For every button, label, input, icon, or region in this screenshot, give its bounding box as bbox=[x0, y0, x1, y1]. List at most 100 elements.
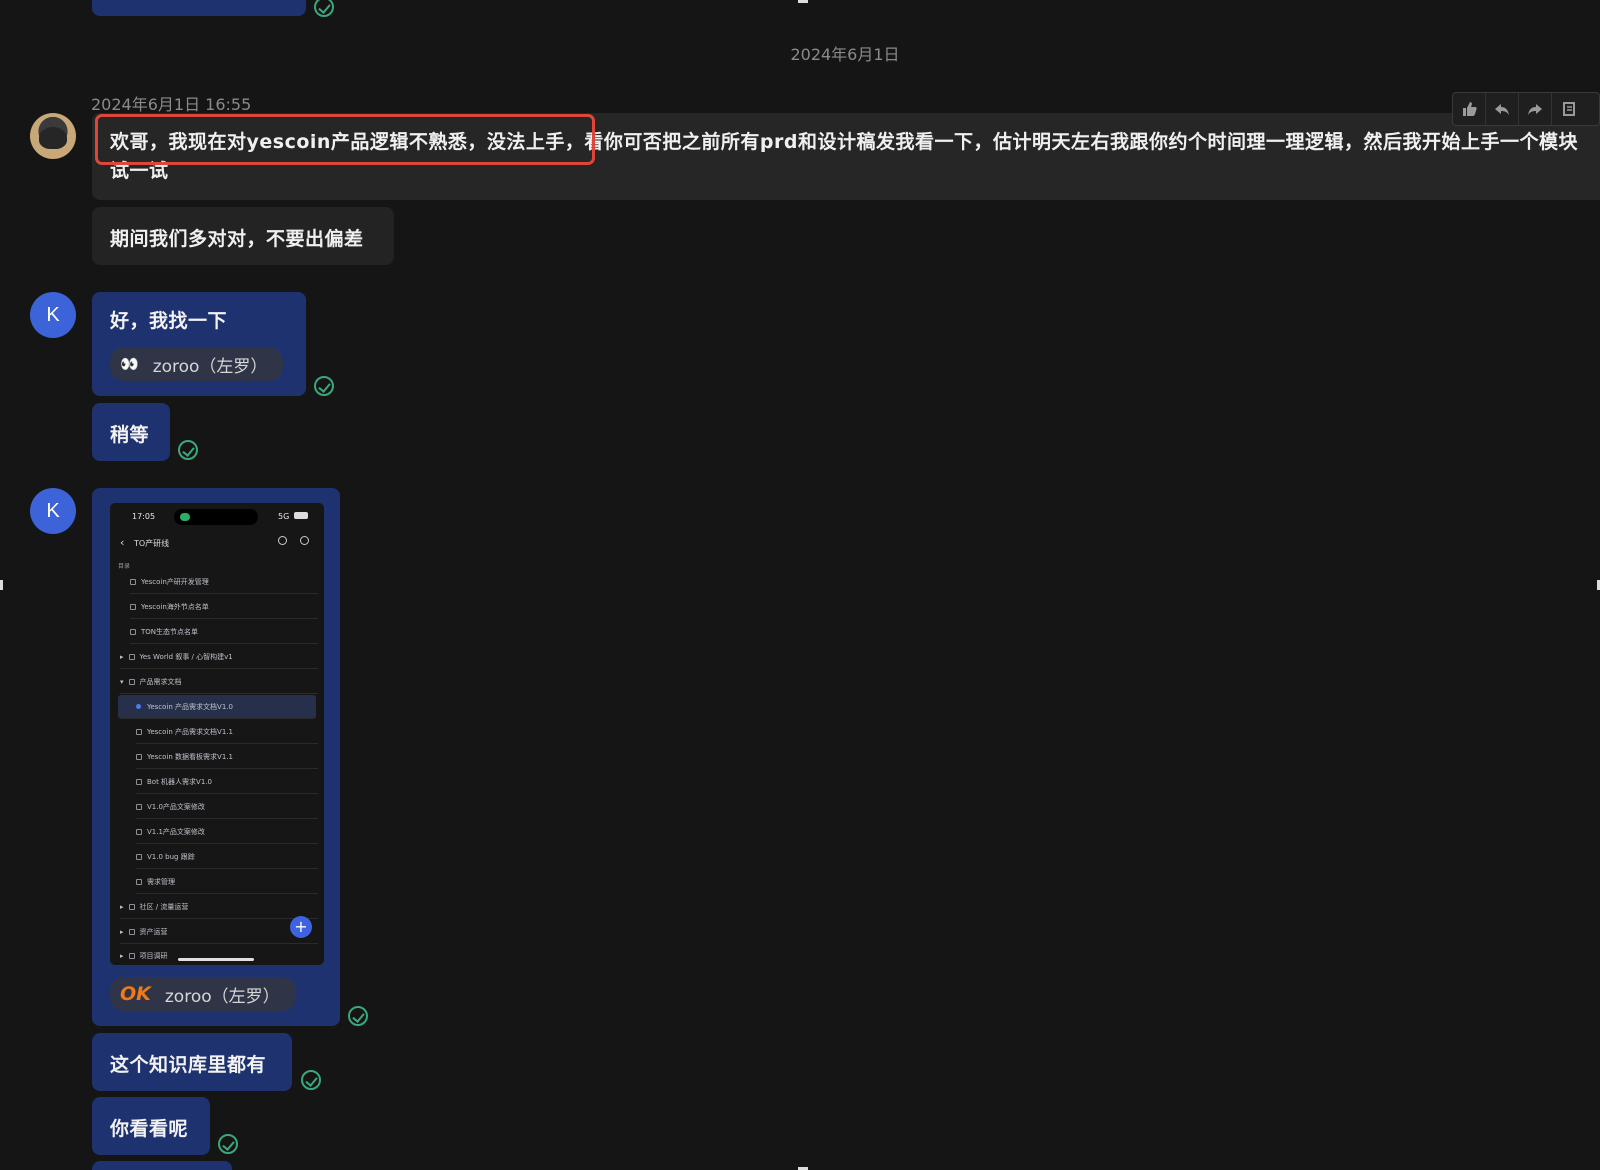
phone-screenshot[interactable]: 17:05 5G ‹ TO产研线 目录 Yescoin产研开发管理 Yescoi… bbox=[110, 503, 324, 965]
status-bar: 17:05 5G bbox=[110, 503, 324, 529]
read-check-icon bbox=[348, 1006, 368, 1026]
message-bubble[interactable]: 这个知识库里都有 bbox=[92, 1033, 292, 1091]
eyes-emoji-icon: 👀 bbox=[120, 355, 139, 373]
doc-row[interactable]: TON生态节点名单 bbox=[130, 620, 318, 644]
folder-icon bbox=[128, 953, 135, 959]
reply-icon[interactable] bbox=[1486, 93, 1519, 125]
doc-icon bbox=[136, 778, 142, 785]
reaction-user: zoroo（左罗） bbox=[152, 356, 268, 377]
doc-row-label: 产品需求文档 bbox=[139, 677, 182, 686]
doc-icon bbox=[136, 728, 142, 735]
message-text: 这个知识库里都有 bbox=[110, 1054, 267, 1076]
user-avatar[interactable] bbox=[30, 113, 76, 159]
doc-icon bbox=[130, 603, 136, 610]
doc-row-label: Yescoin 产品需求文档V1.1 bbox=[147, 727, 233, 736]
forward-icon[interactable] bbox=[1519, 93, 1552, 125]
ok-emoji-icon: OK bbox=[120, 983, 151, 1005]
cat-avatar-icon bbox=[39, 127, 67, 149]
doc-icon bbox=[136, 828, 142, 835]
reaction-chip[interactable]: OK zoroo（左罗） bbox=[110, 977, 296, 1011]
doc-row-label: Yescoin 数据看板需求V1.1 bbox=[147, 752, 233, 761]
date-divider: 2024年6月1日 bbox=[790, 45, 900, 64]
doc-row-label: 项目调研 bbox=[139, 952, 168, 960]
reaction-user: zoroo（左罗） bbox=[164, 986, 280, 1007]
avatar[interactable]: K bbox=[30, 488, 76, 534]
nav-bar: ‹ TO产研线 bbox=[110, 533, 324, 555]
message-bubble-partial bbox=[92, 0, 306, 16]
doc-row[interactable]: Yescoin海外节点名单 bbox=[130, 595, 318, 619]
resize-handle[interactable] bbox=[798, 0, 808, 3]
avatar[interactable]: K bbox=[30, 292, 76, 338]
doc-row-label: Bot 机器人需求V1.0 bbox=[147, 777, 212, 786]
folder-row[interactable]: ▸ 社区 / 流量运营 bbox=[120, 895, 318, 919]
more-icon[interactable] bbox=[1552, 93, 1585, 125]
read-check-icon bbox=[218, 1134, 238, 1154]
back-arrow-icon[interactable]: ‹ bbox=[120, 536, 124, 549]
doc-icon bbox=[136, 803, 142, 810]
read-check-icon bbox=[301, 1070, 321, 1090]
home-indicator bbox=[178, 958, 254, 961]
read-check-icon bbox=[178, 440, 198, 460]
message-text: 期间我们多对对，不要出偏差 bbox=[110, 228, 364, 250]
image-message-bubble[interactable]: 17:05 5G ‹ TO产研线 目录 Yescoin产研开发管理 Yescoi… bbox=[92, 488, 340, 1026]
section-label: 目录 bbox=[118, 563, 131, 570]
folder-icon bbox=[128, 903, 135, 910]
doc-row-label: V1.0 bug 跟踪 bbox=[147, 852, 195, 861]
doc-row-label: Yescoin产研开发管理 bbox=[141, 577, 209, 586]
folder-row[interactable]: ▸ 资产运营 bbox=[120, 920, 318, 944]
highlight-box bbox=[95, 114, 595, 165]
search-icon[interactable] bbox=[278, 536, 287, 545]
message-bubble[interactable]: 稍等 bbox=[92, 403, 170, 461]
message-text: 稍等 bbox=[110, 424, 150, 446]
folder-row[interactable]: ▾ 产品需求文档 bbox=[120, 670, 318, 694]
reaction-chip[interactable]: 👀 zoroo（左罗） bbox=[110, 347, 284, 381]
avatar-initial: K bbox=[46, 303, 60, 326]
avatar-initial: K bbox=[46, 499, 60, 522]
add-fab-icon[interactable]: + bbox=[290, 916, 312, 938]
expand-arrow-icon: ▸ bbox=[120, 902, 124, 911]
doc-row[interactable]: Yescoin 数据看板需求V1.1 bbox=[136, 745, 318, 769]
doc-row[interactable]: V1.0 bug 跟踪 bbox=[136, 845, 318, 869]
read-check-icon bbox=[314, 0, 334, 17]
doc-icon bbox=[136, 753, 142, 760]
doc-row[interactable]: Bot 机器人需求V1.0 bbox=[136, 770, 318, 794]
resize-handle[interactable] bbox=[0, 580, 3, 590]
doc-row-label: Yescoin海外节点名单 bbox=[141, 602, 209, 611]
collapse-arrow-icon: ▾ bbox=[120, 677, 124, 686]
selected-dot-icon bbox=[136, 704, 141, 709]
doc-row[interactable]: 需求管理 bbox=[136, 870, 318, 894]
battery-icon bbox=[294, 512, 308, 519]
read-check-icon bbox=[314, 376, 334, 396]
expand-arrow-icon: ▸ bbox=[120, 652, 124, 661]
thumbs-up-icon[interactable] bbox=[1453, 93, 1486, 125]
wechat-icon bbox=[180, 513, 190, 521]
message-text: 好，我找一下 bbox=[110, 310, 228, 332]
folder-icon bbox=[128, 678, 135, 685]
network-label: 5G bbox=[278, 512, 290, 521]
message-bubble[interactable]: 期间我们多对对，不要出偏差 bbox=[92, 207, 394, 265]
folder-icon bbox=[128, 653, 135, 660]
folder-row[interactable]: ▸ 项目调研 bbox=[120, 944, 318, 965]
message-toolbar bbox=[1452, 92, 1600, 126]
doc-row-label: V1.0产品文案修改 bbox=[147, 802, 205, 811]
doc-row-label: V1.1产品文案修改 bbox=[147, 827, 205, 836]
doc-row[interactable]: Yescoin产研开发管理 bbox=[130, 570, 318, 594]
doc-icon bbox=[130, 578, 136, 585]
message-bubble[interactable]: 你看看呢 bbox=[92, 1097, 210, 1155]
doc-row[interactable]: V1.1产品文案修改 bbox=[136, 820, 318, 844]
doc-row-label: 需求管理 bbox=[147, 877, 175, 886]
folder-row[interactable]: ▸ Yes World 叙事 / 心智构建v1 bbox=[120, 645, 318, 669]
folder-icon bbox=[128, 928, 135, 935]
doc-row-label: Yescoin 产品需求文档V1.0 bbox=[147, 702, 233, 711]
message-text: 你看看呢 bbox=[110, 1118, 189, 1140]
message-bubble[interactable]: 好，我找一下 👀 zoroo（左罗） bbox=[92, 292, 306, 396]
doc-row[interactable]: Yescoin 产品需求文档V1.1 bbox=[136, 720, 318, 744]
status-time: 17:05 bbox=[132, 512, 156, 521]
doc-row[interactable]: V1.0产品文案修改 bbox=[136, 795, 318, 819]
doc-row-label: TON生态节点名单 bbox=[141, 627, 199, 636]
doc-row-selected[interactable]: Yescoin 产品需求文档V1.0 bbox=[118, 695, 316, 719]
doc-row-label: Yes World 叙事 / 心智构建v1 bbox=[139, 652, 233, 661]
info-icon[interactable] bbox=[300, 536, 309, 545]
doc-row-label: 社区 / 流量运营 bbox=[139, 902, 189, 911]
doc-icon bbox=[130, 628, 136, 635]
